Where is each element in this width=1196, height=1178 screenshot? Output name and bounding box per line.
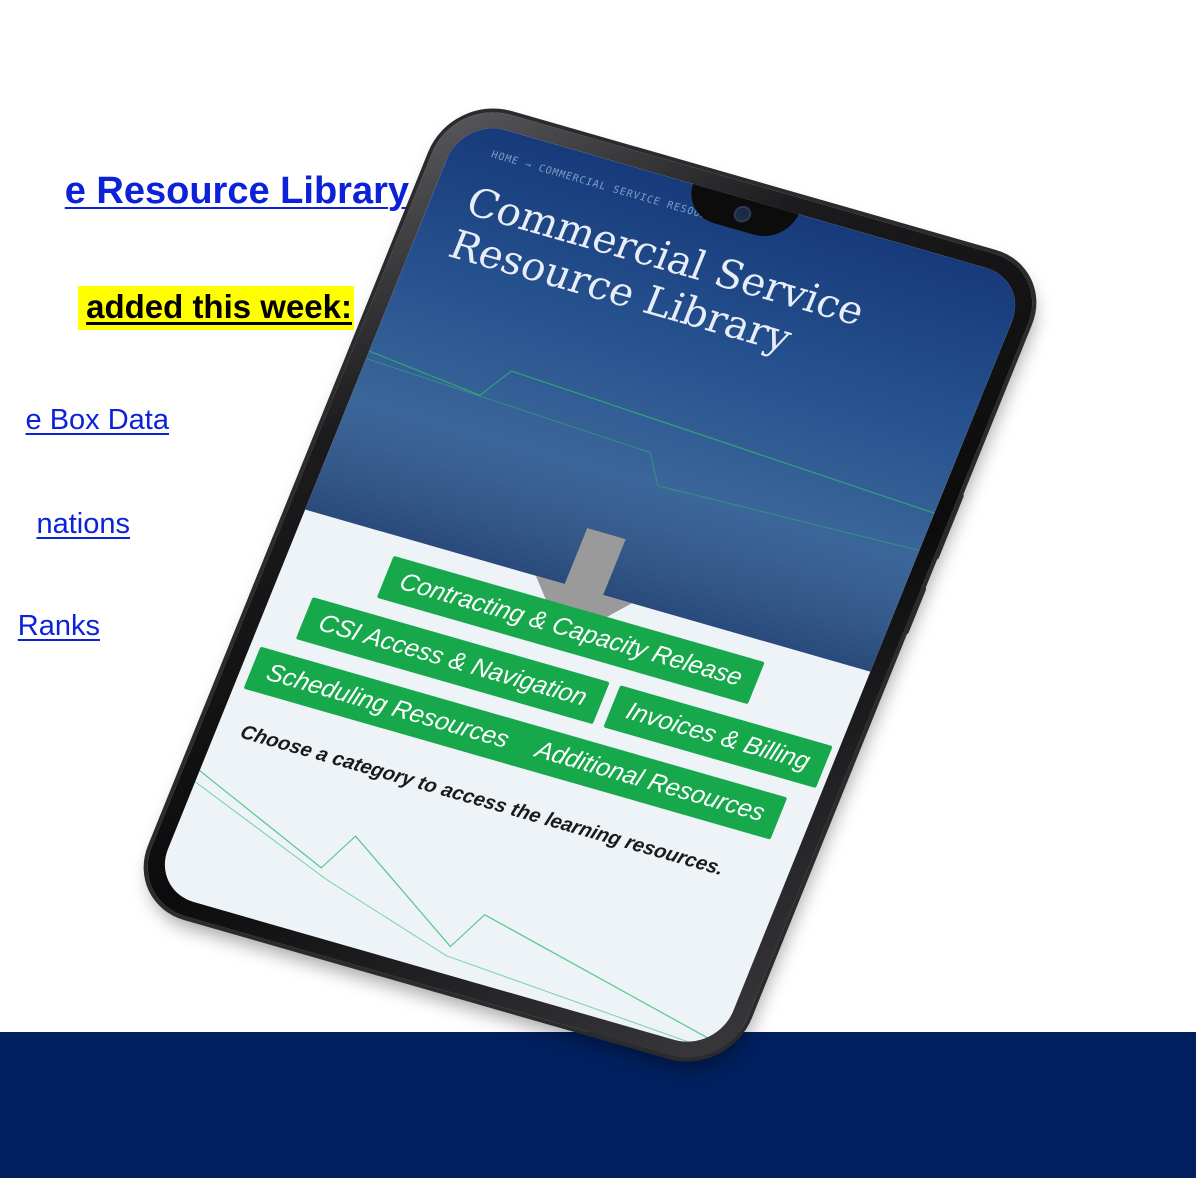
added-this-week-heading: added this week:	[78, 286, 354, 330]
footer-band	[0, 1032, 1196, 1178]
new-item-link-2[interactable]: nations	[36, 508, 130, 541]
resource-library-link[interactable]: e Resource Library	[65, 170, 409, 213]
new-item-link-3[interactable]: Ranks	[18, 610, 100, 643]
new-item-link-1[interactable]: e Box Data	[26, 404, 169, 437]
